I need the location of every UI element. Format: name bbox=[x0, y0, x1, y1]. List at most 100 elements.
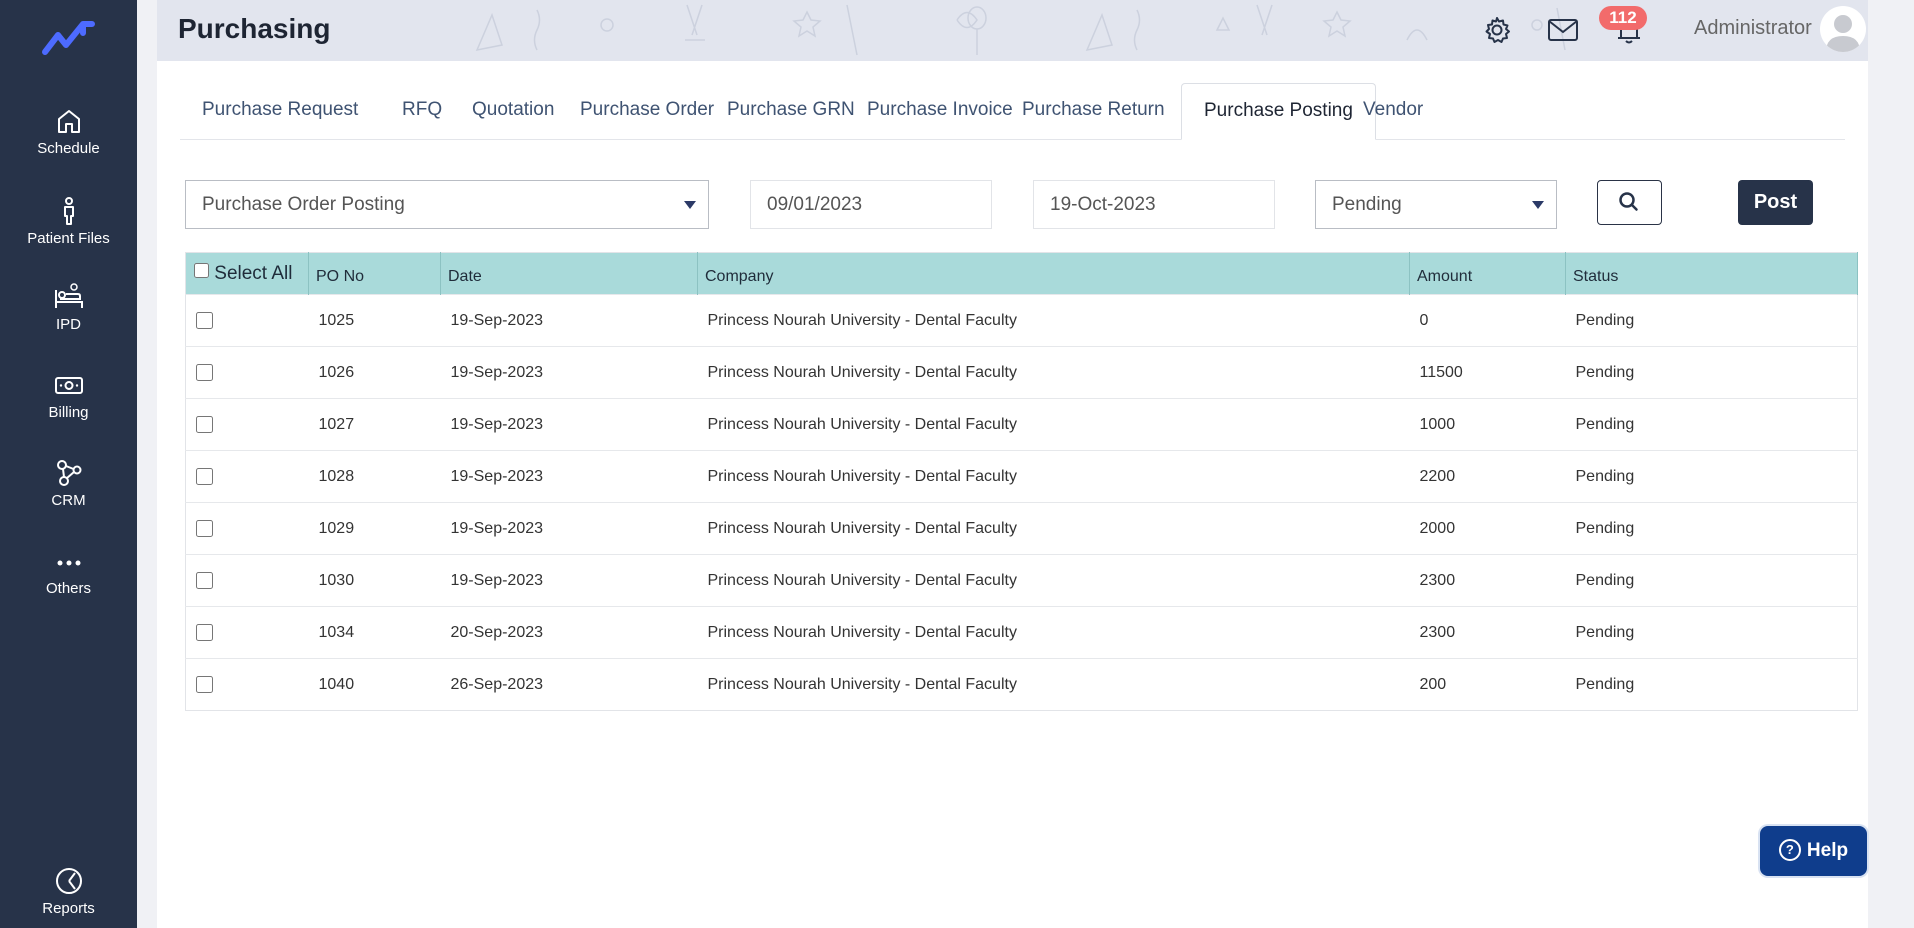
po-no-cell: 1025 bbox=[308, 294, 441, 347]
row-checkbox[interactable] bbox=[196, 675, 213, 693]
date-cell: 19-Sep-2023 bbox=[440, 294, 698, 347]
row-checkbox[interactable] bbox=[196, 571, 213, 589]
notification-badge: 112 bbox=[1599, 6, 1647, 30]
row-checkbox[interactable] bbox=[196, 311, 213, 329]
question-icon: ? bbox=[1778, 839, 1801, 861]
status-cell: Pending bbox=[1565, 346, 1858, 399]
date-cell: 19-Sep-2023 bbox=[440, 554, 698, 607]
company-cell: Princess Nourah University - Dental Facu… bbox=[697, 450, 1410, 503]
date-header[interactable]: Date bbox=[440, 252, 698, 295]
pie-chart-icon bbox=[55, 868, 82, 894]
row-checkbox-cell bbox=[185, 294, 309, 347]
user-avatar-icon bbox=[1826, 15, 1860, 52]
date-from-field[interactable]: 09/01/2023 bbox=[750, 180, 992, 229]
user-name[interactable]: Administrator bbox=[1694, 17, 1812, 40]
date-to-value: 19-Oct-2023 bbox=[1050, 194, 1156, 215]
date-cell: 19-Sep-2023 bbox=[440, 502, 698, 555]
date-cell: 19-Sep-2023 bbox=[440, 346, 698, 399]
sidebar-item-label: Billing bbox=[48, 404, 89, 421]
sidebar-item-schedule[interactable]: Schedule bbox=[0, 106, 137, 157]
sidebar-item-label: Schedule bbox=[37, 140, 100, 157]
tab-purchase-return[interactable]: Purchase Return bbox=[1000, 83, 1187, 138]
amount-cell: 0 bbox=[1409, 294, 1566, 347]
avatar[interactable] bbox=[1820, 6, 1866, 52]
company-cell: Princess Nourah University - Dental Facu… bbox=[697, 502, 1410, 555]
tab-vendor[interactable]: Vendor bbox=[1341, 83, 1445, 138]
row-checkbox[interactable] bbox=[196, 415, 213, 433]
po-no-cell: 1029 bbox=[308, 502, 441, 555]
row-checkbox-cell bbox=[185, 346, 309, 399]
scrollbar[interactable] bbox=[1906, 0, 1914, 928]
amount-header[interactable]: Amount bbox=[1409, 252, 1566, 295]
status-header[interactable]: Status bbox=[1565, 252, 1858, 295]
sidebar-item-ipd[interactable]: IPD bbox=[0, 282, 137, 333]
sidebar-item-label: IPD bbox=[55, 316, 81, 333]
po-no-cell: 1027 bbox=[308, 398, 441, 451]
search-button[interactable] bbox=[1597, 180, 1662, 225]
status-select[interactable]: Pending bbox=[1315, 180, 1557, 229]
gear-icon[interactable] bbox=[1481, 14, 1513, 46]
row-checkbox[interactable] bbox=[196, 623, 213, 641]
post-button[interactable]: Post bbox=[1738, 180, 1813, 225]
table-row[interactable]: 1030 19-Sep-2023 Princess Nourah Universit… bbox=[185, 554, 1858, 607]
date-cell: 19-Sep-2023 bbox=[440, 450, 698, 503]
company-cell: Princess Nourah University - Dental Facu… bbox=[697, 294, 1410, 347]
table-row[interactable]: 1028 19-Sep-2023 Princess Nourah Universit… bbox=[185, 450, 1858, 503]
status-cell: Pending bbox=[1565, 606, 1858, 659]
chevron-down-icon bbox=[684, 201, 696, 209]
money-icon bbox=[54, 377, 83, 394]
status-cell: Pending bbox=[1565, 294, 1858, 347]
help-label: Help bbox=[1806, 840, 1849, 861]
amount-cell: 2300 bbox=[1409, 554, 1566, 607]
amount-cell: 200 bbox=[1409, 658, 1566, 711]
row-checkbox-cell bbox=[185, 606, 309, 659]
company-cell: Princess Nourah University - Dental Facu… bbox=[697, 658, 1410, 711]
table-row[interactable]: 1027 19-Sep-2023 Princess Nourah Universit… bbox=[185, 398, 1858, 451]
sidebar-item-label: CRM bbox=[51, 492, 86, 509]
po-no-cell: 1040 bbox=[308, 658, 441, 711]
amount-cell: 2300 bbox=[1409, 606, 1566, 659]
row-checkbox[interactable] bbox=[196, 363, 213, 381]
date-to-field[interactable]: 19-Oct-2023 bbox=[1033, 180, 1275, 229]
select-all-checkbox[interactable] bbox=[194, 262, 209, 278]
status-cell: Pending bbox=[1565, 502, 1858, 555]
status-cell: Pending bbox=[1565, 554, 1858, 607]
posting-type-select[interactable]: Purchase Order Posting bbox=[185, 180, 709, 229]
row-checkbox-cell bbox=[185, 398, 309, 451]
table-row[interactable]: 1026 19-Sep-2023 Princess Nourah Universit… bbox=[185, 346, 1858, 399]
row-checkbox[interactable] bbox=[196, 467, 213, 485]
amount-cell: 2200 bbox=[1409, 450, 1566, 503]
po-no-cell: 1030 bbox=[308, 554, 441, 607]
sidebar-item-label: Others bbox=[45, 580, 91, 597]
company-header[interactable]: Company bbox=[697, 252, 1410, 295]
network-icon bbox=[56, 460, 81, 486]
date-from-value: 09/01/2023 bbox=[767, 194, 863, 215]
sidebar-item-reports[interactable]: Reports bbox=[0, 866, 137, 917]
posting-type-value: Purchase Order Posting bbox=[202, 194, 405, 215]
home-icon bbox=[57, 110, 80, 133]
company-cell: Princess Nourah University - Dental Facu… bbox=[697, 346, 1410, 399]
amount-cell: 1000 bbox=[1409, 398, 1566, 451]
sidebar-item-crm[interactable]: CRM bbox=[0, 458, 137, 509]
select-all-header: Select All bbox=[185, 252, 309, 295]
table-row[interactable]: 1034 20-Sep-2023 Princess Nourah Universit… bbox=[185, 606, 1858, 659]
app-logo[interactable] bbox=[40, 18, 96, 58]
po-no-cell: 1028 bbox=[308, 450, 441, 503]
sidebar-item-patient-files[interactable]: Patient Files bbox=[0, 196, 137, 247]
row-checkbox[interactable] bbox=[196, 519, 213, 537]
table-row[interactable]: 1025 19-Sep-2023 Princess Nourah Universit… bbox=[185, 294, 1858, 347]
tab-purchase-request[interactable]: Purchase Request bbox=[180, 83, 380, 138]
sidebar-item-billing[interactable]: Billing bbox=[0, 370, 137, 421]
table-row[interactable]: 1029 19-Sep-2023 Princess Nourah Universit… bbox=[185, 502, 1858, 555]
help-button[interactable]: ? Help bbox=[1760, 826, 1867, 876]
mail-icon[interactable] bbox=[1547, 14, 1579, 46]
po-no-header[interactable]: PO No bbox=[308, 252, 441, 295]
row-checkbox-cell bbox=[185, 450, 309, 503]
table-row[interactable]: 1040 26-Sep-2023 Princess Nourah Universit… bbox=[185, 658, 1858, 711]
status-value: Pending bbox=[1332, 194, 1402, 215]
select-all-label: Select All bbox=[214, 262, 293, 284]
date-cell: 26-Sep-2023 bbox=[440, 658, 698, 711]
sidebar-item-others[interactable]: Others bbox=[0, 546, 137, 597]
sidebar-item-label: Patient Files bbox=[27, 230, 110, 247]
main-panel: Purchasing 112 Administrator Purchase Re… bbox=[157, 0, 1868, 928]
